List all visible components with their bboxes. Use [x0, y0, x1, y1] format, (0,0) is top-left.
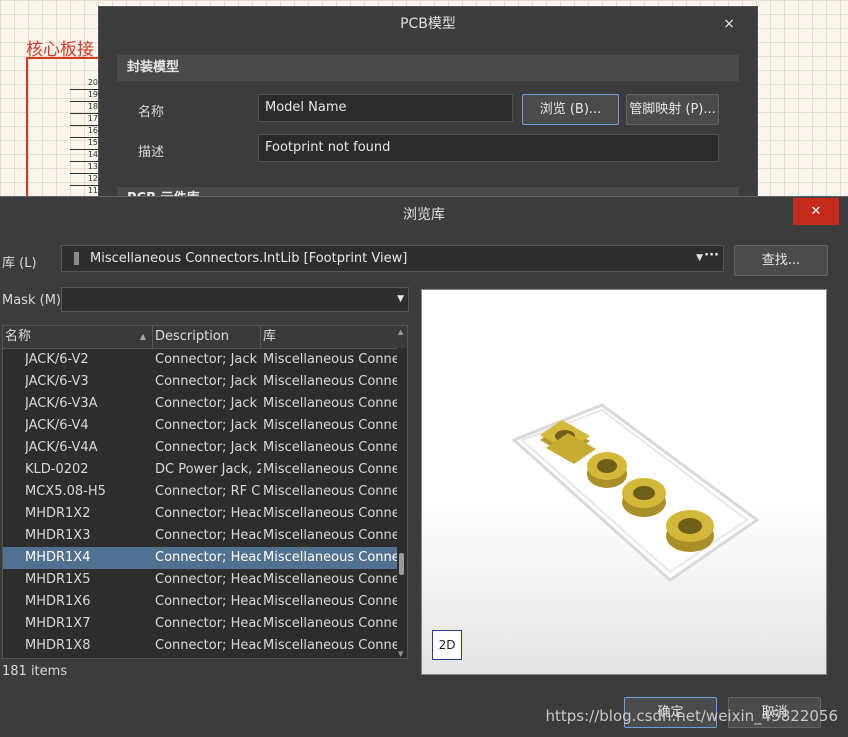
footprint-3d-preview[interactable]: 2D: [421, 289, 827, 675]
table-row[interactable]: MHDR1X6 Connector; Head Miscellaneous Conn…: [3, 591, 397, 613]
library-dropdown[interactable]: Miscellaneous Connectors.IntLib [Footpri…: [61, 245, 724, 272]
cell-name: MHDR1X5: [25, 572, 91, 587]
pcb-model-dialog: PCB模型 × 封装模型 名称 Model Name 浏览 (B)... 管脚映…: [98, 6, 758, 206]
cell-lib: Miscellaneous Conne: [263, 374, 397, 389]
cell-desc: Connector; Jack S: [155, 440, 261, 455]
column-header-library[interactable]: 库: [261, 326, 397, 348]
cell-lib: Miscellaneous Conne: [263, 616, 397, 631]
cell-desc: Connector; Head: [155, 594, 261, 609]
mask-input[interactable]: ▼: [61, 287, 409, 312]
cell-desc: Connector; Jack S: [155, 418, 261, 433]
close-icon[interactable]: ×: [723, 7, 735, 41]
footprint-table: 名称 ▲ Description 库 JACK/6-V2 Connector; J…: [2, 325, 408, 659]
table-row[interactable]: MHDR1X8 Connector; Head Miscellaneous Conn…: [3, 635, 397, 657]
cell-lib: Miscellaneous Conne: [263, 484, 397, 499]
table-row[interactable]: MHDR1X4 Connector; Head Miscellaneous Conn…: [3, 547, 397, 569]
cell-lib: Miscellaneous Conne: [263, 638, 397, 653]
cell-lib: Miscellaneous Conne: [263, 506, 397, 521]
cell-lib: Miscellaneous Conne: [263, 594, 397, 609]
pin-map-button[interactable]: 管脚映射 (P)...: [626, 94, 719, 125]
cell-lib: Miscellaneous Conne: [263, 572, 397, 587]
pad-2: [587, 452, 627, 488]
table-scrollbar[interactable]: ▲ ▼: [397, 328, 407, 658]
cell-name: MHDR1X6: [25, 594, 91, 609]
footprint-3d-model: [511, 403, 760, 582]
cell-desc: Connector; Head: [155, 572, 261, 587]
library-label: 库 (L): [2, 256, 37, 271]
table-row[interactable]: JACK/6-V4A Connector; Jack S Miscellaneous…: [3, 437, 397, 459]
table-row[interactable]: MHDR1X7 Connector; Head Miscellaneous Conn…: [3, 613, 397, 635]
cell-name: MHDR1X8: [25, 638, 91, 653]
more-icon[interactable]: ···: [704, 243, 719, 268]
cell-desc: Connector; Jack S: [155, 352, 261, 367]
sort-up-icon: ▲: [139, 332, 146, 341]
item-count: 181 items: [2, 664, 68, 679]
cell-name: KLD-0202: [25, 462, 89, 477]
cell-name: JACK/6-V2: [25, 352, 89, 367]
cell-name: MHDR1X4: [25, 550, 91, 565]
cell-name: JACK/6-V3A: [25, 396, 98, 411]
find-button[interactable]: 查找...: [734, 245, 828, 276]
cell-desc: Connector; Head: [155, 638, 261, 653]
cell-lib: Miscellaneous Conne: [263, 352, 397, 367]
table-row[interactable]: MHDR1X5 Connector; Head Miscellaneous Conn…: [3, 569, 397, 591]
browse-library-dialog: 浏览库 ✕ 库 (L) Miscellaneous Connectors.Int…: [0, 196, 848, 737]
scroll-down-icon[interactable]: ▼: [398, 650, 403, 658]
cell-name: JACK/6-V4A: [25, 440, 98, 455]
pad-4: [666, 510, 714, 552]
footprint-model-section: 封装模型: [117, 55, 739, 81]
table-row[interactable]: JACK/6-V2 Connector; Jack S Miscellaneous …: [3, 349, 397, 371]
cell-name: MHDR1X3: [25, 528, 91, 543]
description-label: 描述: [138, 145, 165, 160]
cell-desc: Connector; Head: [155, 528, 261, 543]
browse-dialog-title: 浏览库: [403, 207, 445, 223]
table-row[interactable]: MHDR1X2 Connector; Head Miscellaneous Conn…: [3, 503, 397, 525]
name-label: 名称: [138, 105, 165, 120]
mask-label: Mask (M): [2, 293, 61, 308]
table-row[interactable]: KLD-0202 DC Power Jack, 2 Miscellaneous Co…: [3, 459, 397, 481]
table-header: 名称 ▲ Description 库: [3, 326, 407, 349]
pcb-dialog-titlebar: PCB模型 ×: [99, 7, 757, 41]
library-value: Miscellaneous Connectors.IntLib [Footpri…: [90, 251, 408, 266]
cell-lib: Miscellaneous Conne: [263, 550, 397, 565]
cell-name: MHDR1X7: [25, 616, 91, 631]
scroll-up-icon[interactable]: ▲: [398, 328, 403, 336]
cell-lib: Miscellaneous Conne: [263, 418, 397, 433]
cell-lib: Miscellaneous Conne: [263, 528, 397, 543]
view-2d-button[interactable]: 2D: [432, 630, 462, 660]
table-row[interactable]: MHDR1X3 Connector; Head Miscellaneous Conn…: [3, 525, 397, 547]
table-row[interactable]: JACK/6-V3 Connector; Jack S Miscellaneous …: [3, 371, 397, 393]
cell-name: JACK/6-V4: [25, 418, 89, 433]
cell-desc: DC Power Jack, 2: [155, 462, 261, 477]
table-row[interactable]: JACK/6-V4 Connector; Jack S Miscellaneous …: [3, 415, 397, 437]
chevron-down-icon: ▼: [696, 253, 703, 263]
cell-desc: Connector; RF Co: [155, 484, 261, 499]
cell-desc: Connector; Jack S: [155, 396, 261, 411]
cell-lib: Miscellaneous Conne: [263, 462, 397, 477]
column-header-name[interactable]: 名称 ▲: [3, 326, 153, 348]
table-row[interactable]: JACK/6-V3A Connector; Jack S Miscellaneous…: [3, 393, 397, 415]
scrollbar-thumb[interactable]: [399, 553, 404, 575]
chevron-down-icon: ▼: [397, 294, 404, 304]
browse-button[interactable]: 浏览 (B)...: [522, 94, 619, 125]
cell-name: JACK/6-V3: [25, 374, 89, 389]
cell-desc: Connector; Jack S: [155, 374, 261, 389]
cell-name: MHDR1X2: [25, 506, 91, 521]
cell-lib: Miscellaneous Conne: [263, 396, 397, 411]
table-row[interactable]: MCX5.08-H5 Connector; RF Co Miscellaneous …: [3, 481, 397, 503]
model-name-field[interactable]: Model Name: [258, 94, 513, 122]
cell-lib: Miscellaneous Conne: [263, 440, 397, 455]
pad-3: [622, 478, 666, 517]
watermark: https://blog.csdn.net/weixin_45822056: [545, 707, 838, 725]
cell-desc: Connector; Head: [155, 550, 261, 565]
description-field[interactable]: Footprint not found: [258, 134, 719, 162]
close-icon[interactable]: ✕: [793, 198, 839, 225]
library-icon: [74, 252, 79, 265]
cell-desc: Connector; Head: [155, 616, 261, 631]
cell-desc: Connector; Head: [155, 506, 261, 521]
cell-name: MCX5.08-H5: [25, 484, 106, 499]
pcb-dialog-title: PCB模型: [400, 16, 456, 32]
column-header-description[interactable]: Description: [153, 326, 261, 348]
